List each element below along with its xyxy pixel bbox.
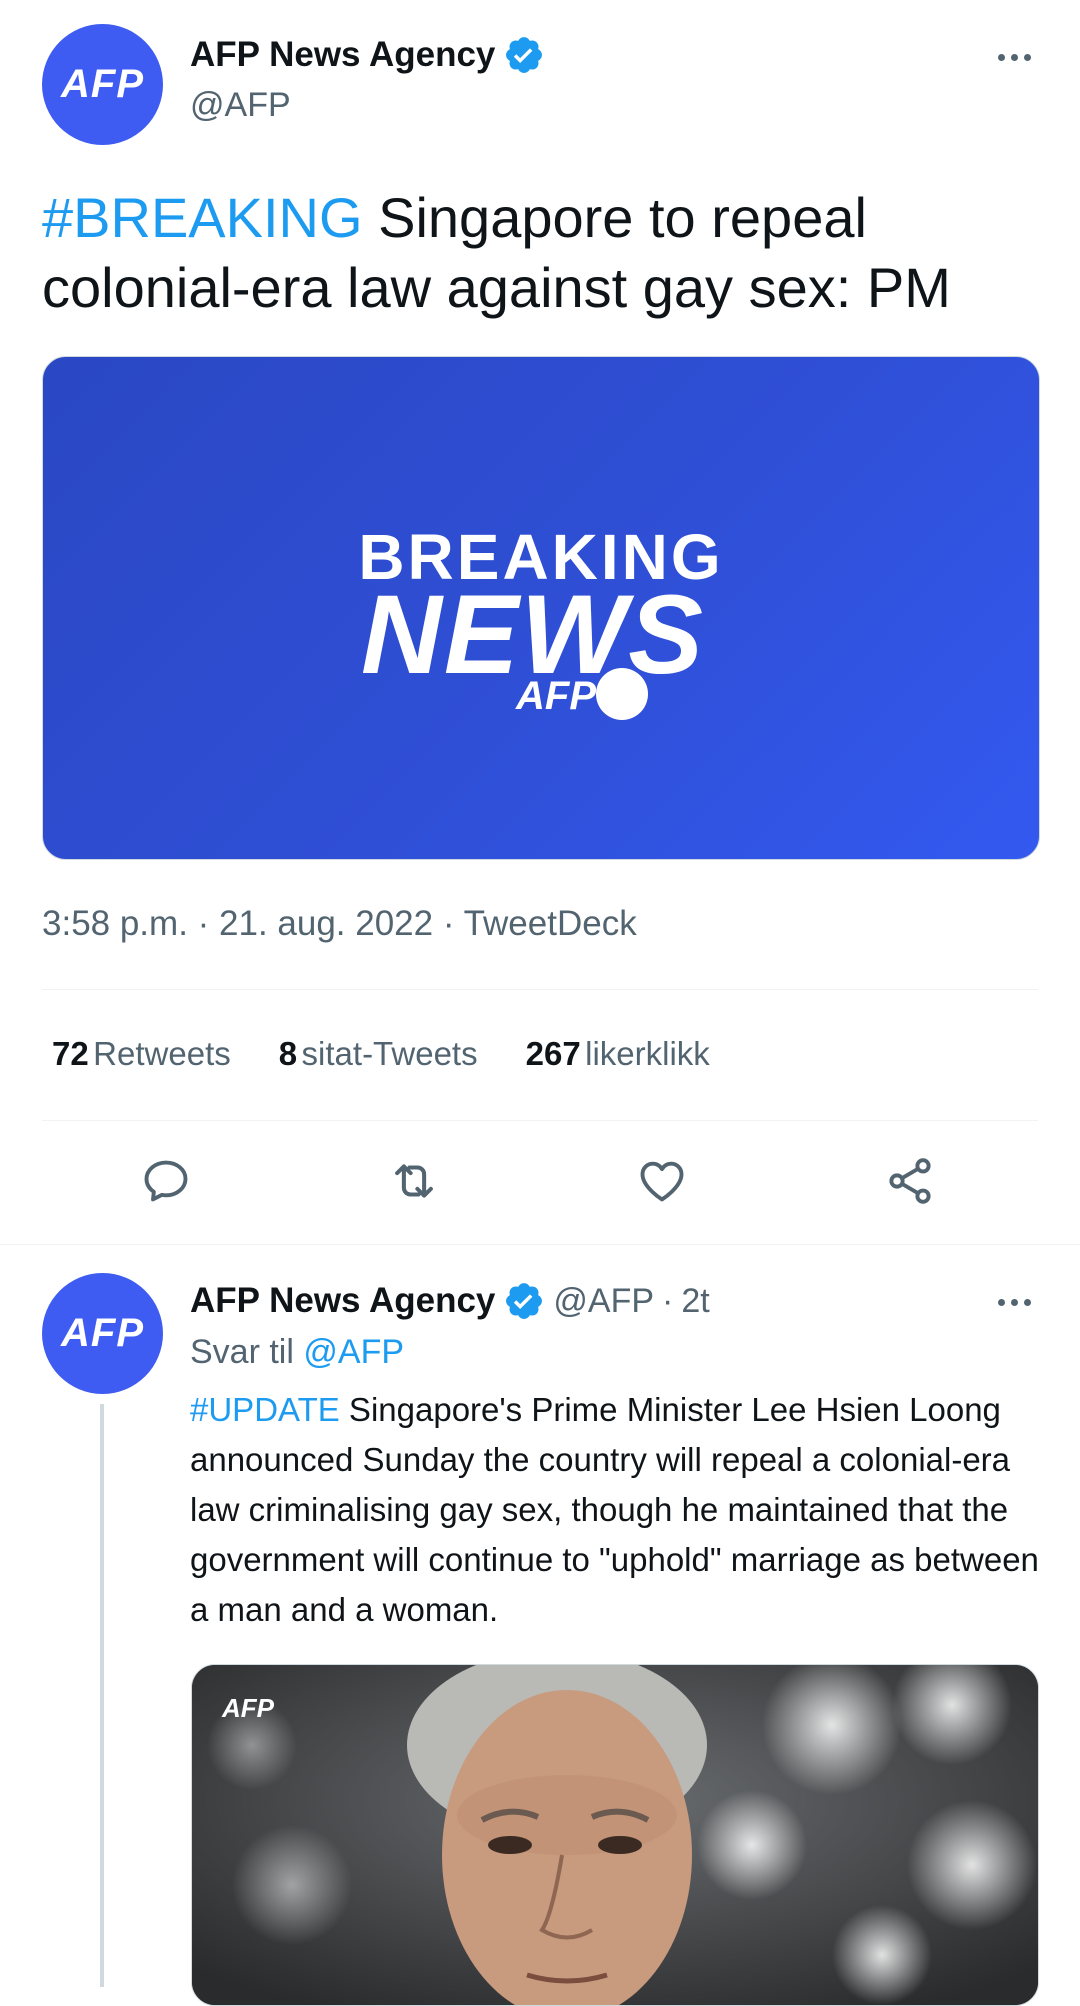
reply-button[interactable] xyxy=(136,1151,196,1211)
reply-author-handle[interactable]: @AFP xyxy=(553,1282,654,1321)
quotes-stat[interactable]: 8 sitat-Tweets xyxy=(279,1035,478,1073)
likes-stat[interactable]: 267 likerklikk xyxy=(526,1035,710,1073)
reply-icon xyxy=(144,1160,188,1202)
verified-badge-icon xyxy=(506,37,543,73)
retweets-stat[interactable]: 72 Retweets xyxy=(52,1035,231,1073)
media-brand: AFP xyxy=(515,674,596,718)
reply-photo[interactable]: AFP xyxy=(191,1664,1039,2006)
retweet-icon xyxy=(395,1164,433,1198)
quotes-label: sitat-Tweets xyxy=(301,1035,478,1072)
share-icon xyxy=(889,1158,931,1204)
reply-to-label: Svar til xyxy=(190,1333,294,1371)
tweet-text: #BREAKING Singapore to repeal colonial-e… xyxy=(42,183,1042,323)
author-name-row[interactable]: AFP News Agency xyxy=(190,34,545,76)
tweet-stats: 72 Retweets 8 sitat-Tweets 267 likerklik… xyxy=(52,1035,710,1073)
thread-line xyxy=(100,1404,104,1987)
reply-author-avatar[interactable]: AFP xyxy=(42,1273,163,1394)
avatar-text: AFP xyxy=(61,1311,144,1355)
avatar-text: AFP xyxy=(61,62,144,106)
breaking-news-graphic: BREAKING NEWS AFP xyxy=(358,521,721,720)
reply-text: #UPDATE Singapore's Prime Minister Lee H… xyxy=(190,1385,1050,1635)
divider xyxy=(42,989,1038,990)
author-name[interactable]: AFP News Agency xyxy=(190,35,495,75)
divider xyxy=(0,1244,1080,1245)
update-hashtag[interactable]: #UPDATE xyxy=(190,1391,340,1428)
likes-count: 267 xyxy=(525,1035,581,1072)
likes-label: likerklikk xyxy=(585,1035,710,1072)
retweets-count: 72 xyxy=(52,1035,89,1072)
portrait-photo: AFP xyxy=(192,1665,1038,2005)
like-button[interactable] xyxy=(632,1151,692,1211)
reply-author-name[interactable]: AFP News Agency xyxy=(190,1281,495,1321)
tweet-timestamp[interactable]: 3:58 p.m. · 21. aug. 2022 · TweetDeck xyxy=(42,904,637,944)
retweets-label: Retweets xyxy=(93,1035,231,1072)
reply-to-handle[interactable]: @AFP xyxy=(303,1333,404,1371)
more-icon[interactable] xyxy=(998,54,1031,61)
reply-time-ago[interactable]: 2t xyxy=(681,1282,709,1321)
like-icon xyxy=(640,1161,684,1202)
reply-header: AFP News Agency @AFP · 2t xyxy=(190,1280,710,1322)
hashtag-link[interactable]: #BREAKING xyxy=(42,186,363,249)
divider xyxy=(42,1120,1038,1121)
retweet-button[interactable] xyxy=(384,1151,444,1211)
photo-watermark: AFP xyxy=(221,1693,275,1723)
afp-dot xyxy=(596,668,648,720)
author-handle[interactable]: @AFP xyxy=(190,86,291,125)
reply-to-line: Svar til @AFP xyxy=(190,1333,404,1372)
quotes-count: 8 xyxy=(278,1035,298,1072)
tweet-media[interactable]: BREAKING NEWS AFP xyxy=(42,356,1040,860)
meta-separator: · xyxy=(662,1281,674,1320)
more-icon[interactable] xyxy=(998,1299,1031,1306)
share-button[interactable] xyxy=(880,1151,940,1211)
verified-badge-icon xyxy=(506,1283,543,1319)
author-avatar[interactable]: AFP xyxy=(42,24,163,145)
